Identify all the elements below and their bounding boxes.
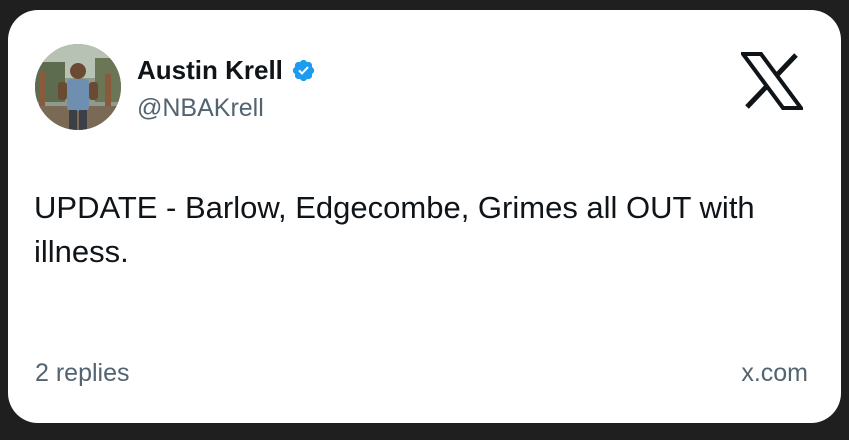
author-name-row[interactable]: Austin Krell xyxy=(137,55,316,85)
x-logo-icon[interactable] xyxy=(741,52,803,110)
tweet-card[interactable]: Austin Krell @NBAKrell UPDATE - Barlow, … xyxy=(8,10,841,423)
profile-photo-image xyxy=(35,44,121,130)
author-display-name[interactable]: Austin Krell xyxy=(137,55,283,85)
author-handle[interactable]: @NBAKrell xyxy=(137,93,264,123)
replies-count[interactable]: 2 replies xyxy=(35,358,130,388)
tweet-text: UPDATE - Barlow, Edgecombe, Grimes all O… xyxy=(34,190,755,269)
verified-badge-icon xyxy=(291,58,316,83)
source-link[interactable]: x.com xyxy=(741,358,808,388)
avatar[interactable] xyxy=(35,44,121,130)
